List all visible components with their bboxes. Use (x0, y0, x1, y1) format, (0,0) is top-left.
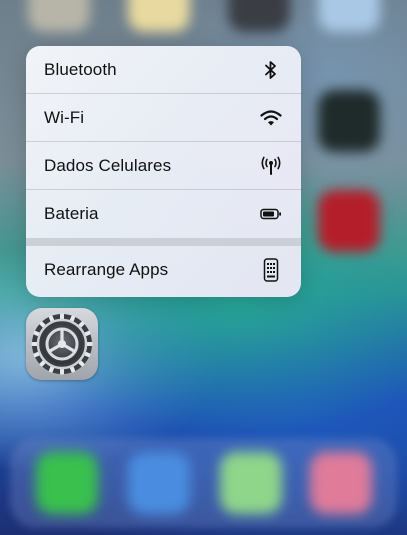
menu-group-separator (26, 238, 301, 246)
quick-action-label: Bateria (44, 204, 99, 223)
dock-app-icon (310, 452, 372, 514)
settings-app-icon[interactable] (26, 308, 98, 380)
background-app-icon (318, 90, 380, 152)
dock-app-icon (36, 452, 98, 514)
quick-action-wifi[interactable]: Wi-Fi (26, 94, 301, 142)
quick-actions-menu: Bluetooth Wi-Fi Dados Celulares Bateria … (26, 46, 301, 297)
quick-action-rearrange-apps[interactable]: Rearrange Apps (26, 246, 301, 294)
settings-gear-icon (31, 313, 93, 375)
rearrange-apps-icon (259, 258, 283, 282)
background-app-icon (318, 0, 380, 32)
background-app-icon (28, 0, 90, 32)
cellular-antenna-icon (259, 154, 283, 178)
battery-icon (259, 202, 283, 226)
background-app-icon (128, 0, 190, 32)
quick-action-label: Wi-Fi (44, 107, 85, 127)
background-app-icon (228, 0, 290, 32)
dock-app-icon (128, 452, 190, 514)
bluetooth-icon (259, 58, 283, 82)
home-screen: Bluetooth Wi-Fi Dados Celulares Bateria … (0, 0, 407, 535)
quick-action-cellular-data[interactable]: Dados Celulares (26, 142, 301, 190)
quick-action-bluetooth[interactable]: Bluetooth (26, 46, 301, 94)
quick-action-label: Bluetooth (44, 59, 117, 79)
background-app-icon (318, 190, 380, 252)
quick-action-label: Dados Celulares (44, 155, 172, 175)
quick-action-label: Rearrange Apps (44, 260, 169, 279)
dock-app-icon (220, 452, 282, 514)
wifi-icon (259, 106, 283, 130)
quick-action-battery[interactable]: Bateria (26, 190, 301, 238)
